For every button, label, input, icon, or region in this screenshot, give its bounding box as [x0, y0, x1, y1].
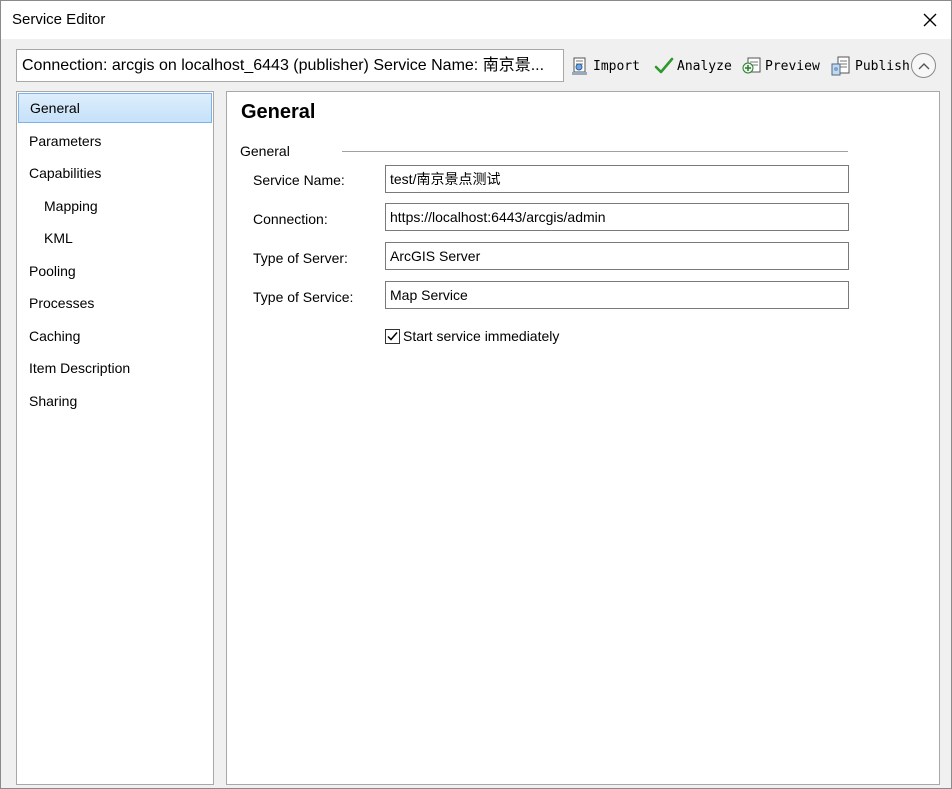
sidebar-item-parameters[interactable]: Parameters — [18, 126, 212, 156]
sidebar-item-general[interactable]: General — [18, 93, 212, 123]
close-button[interactable] — [915, 5, 945, 35]
start-immediately-checkbox[interactable] — [385, 328, 400, 344]
sidebar-item-mapping[interactable]: Mapping — [18, 191, 212, 221]
sidebar-item-processes[interactable]: Processes — [18, 288, 212, 318]
import-button[interactable]: Import — [570, 53, 640, 79]
checkmark-icon — [654, 57, 674, 74]
chevron-up-icon — [918, 62, 929, 69]
group-divider — [342, 151, 848, 152]
start-immediately-label: Start service immediately — [403, 328, 560, 344]
preview-icon — [742, 57, 761, 74]
sidebar-item-capabilities[interactable]: Capabilities — [18, 158, 212, 188]
service-name-label: Service Name: — [253, 172, 345, 188]
group-label: General — [240, 143, 290, 159]
close-icon — [923, 13, 937, 27]
connection-label: Connection: — [253, 211, 328, 227]
server-type-field[interactable]: ArcGIS Server — [385, 242, 849, 270]
sidebar-item-pooling[interactable]: Pooling — [18, 256, 212, 286]
connection-field[interactable]: https://localhost:6443/arcgis/admin — [385, 203, 849, 231]
check-icon — [387, 331, 398, 341]
service-type-field[interactable]: Map Service — [385, 281, 849, 309]
publish-button[interactable]: Publish — [830, 53, 910, 79]
connection-info: Connection: arcgis on localhost_6443 (pu… — [16, 49, 564, 82]
page-title: General — [241, 101, 316, 123]
import-icon — [572, 57, 587, 75]
sidebar-item-caching[interactable]: Caching — [18, 321, 212, 351]
service-type-label: Type of Service: — [253, 289, 354, 305]
publish-label: Publish — [855, 58, 910, 74]
analyze-button[interactable]: Analyze — [654, 53, 732, 79]
service-name-field[interactable]: test/南京景点测试 — [385, 165, 849, 193]
sidebar-item-kml[interactable]: KML — [18, 223, 212, 253]
start-immediately-option[interactable]: Start service immediately — [385, 327, 559, 345]
content-panel: General General Service Name: test/南京景点测… — [226, 91, 940, 785]
toolbar: Connection: arcgis on localhost_6443 (pu… — [1, 39, 951, 89]
analyze-label: Analyze — [677, 58, 732, 74]
import-label: Import — [593, 58, 640, 74]
sidebar-item-item-description[interactable]: Item Description — [18, 353, 212, 383]
collapse-button[interactable] — [911, 53, 936, 78]
window-title: Service Editor — [12, 11, 106, 28]
title-bar: Service Editor — [1, 1, 951, 39]
publish-icon — [831, 56, 850, 76]
service-editor-window: Service Editor Connection: arcgis on loc… — [0, 0, 952, 789]
server-type-label: Type of Server: — [253, 250, 348, 266]
sidebar: General Parameters Capabilities Mapping … — [16, 91, 214, 785]
sidebar-item-sharing[interactable]: Sharing — [18, 386, 212, 416]
preview-button[interactable]: Preview — [742, 53, 820, 79]
preview-label: Preview — [765, 58, 820, 74]
